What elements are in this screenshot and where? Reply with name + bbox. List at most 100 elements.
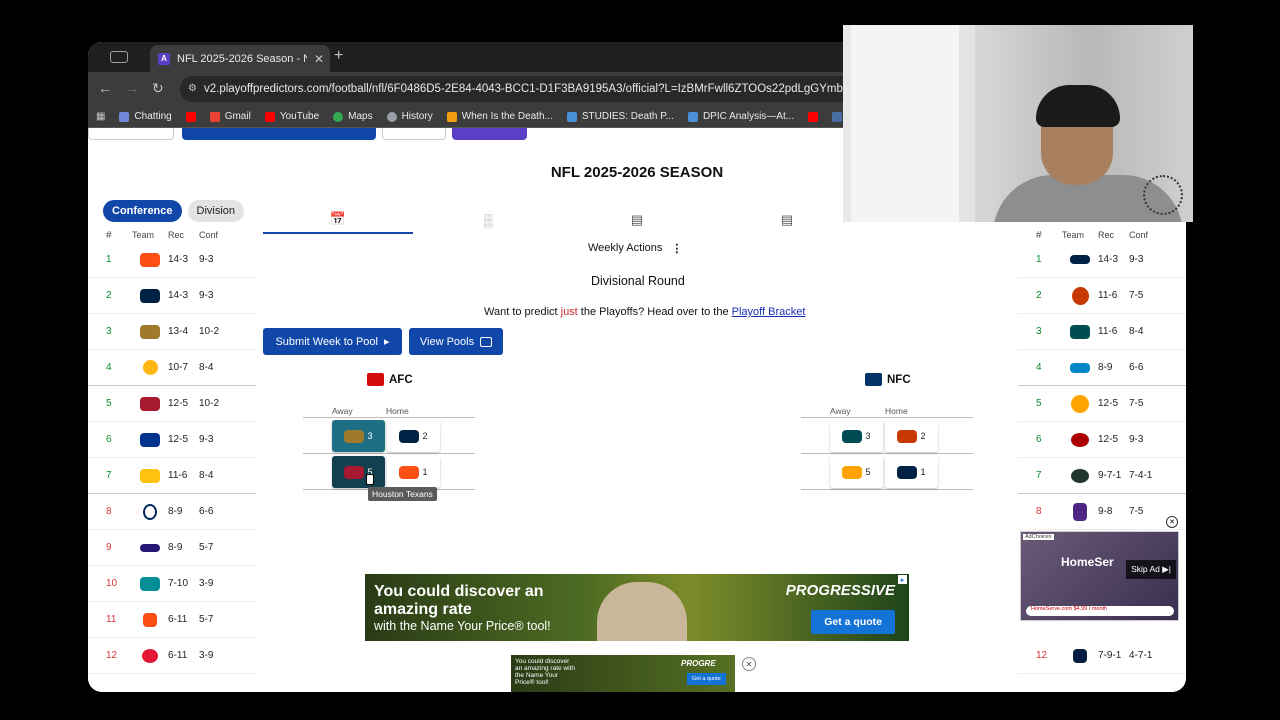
apps-icon[interactable]: ▦ <box>96 111 105 122</box>
browser-tab[interactable]: A NFL 2025-2026 Season - NFL ✕ <box>150 45 330 72</box>
record: 9-8 <box>1098 506 1113 517</box>
tab-search-icon[interactable] <box>110 51 128 63</box>
bengals-logo-icon <box>143 612 157 627</box>
standings-row[interactable]: 12 6-11 3-9 <box>88 638 256 674</box>
away-team-pick[interactable]: 5 <box>830 456 883 488</box>
top-button-4[interactable] <box>452 128 527 140</box>
get-quote-button[interactable]: Get a quote <box>687 673 726 685</box>
header-num: # <box>106 229 112 241</box>
away-team-pick[interactable]: 3 <box>332 420 385 452</box>
record: 12-5 <box>1098 398 1119 409</box>
standings-row[interactable]: 3 11-6 8-4 <box>1018 314 1186 350</box>
bookmark-9[interactable] <box>808 111 819 122</box>
submit-week-button[interactable]: Submit Week to Pool ▸ <box>263 328 402 355</box>
bookmark-1[interactable] <box>185 111 196 122</box>
away-team-pick[interactable]: 3 <box>830 420 883 452</box>
site-info-icon[interactable]: ⚙ <box>188 83 197 94</box>
standings-row[interactable]: 8 8-9 6-6 <box>88 494 256 530</box>
seed: 5 <box>106 398 112 409</box>
homeserve-video-ad[interactable]: AdChoices HomeSer Skip Ad ▶| HomeServe.c… <box>1020 531 1179 621</box>
adchoices-label[interactable]: AdChoices <box>1023 534 1054 540</box>
home-team-pick[interactable]: 2 <box>885 420 938 452</box>
bookmark-5[interactable]: History <box>386 111 433 122</box>
bookmark-8[interactable]: DPIC Analysis—At... <box>687 111 794 122</box>
bookmark-0[interactable]: Chatting <box>119 111 172 122</box>
standings-row[interactable]: 10 7-10 3-9 <box>88 566 256 602</box>
division-toggle-button[interactable]: Division <box>187 200 245 222</box>
patriots-logo-icon <box>399 429 420 443</box>
bookmark-7[interactable]: STUDIES: Death P... <box>566 111 674 122</box>
weekly-actions[interactable]: Weekly Actions ⋮ <box>588 242 682 255</box>
forward-icon[interactable]: → <box>125 80 139 96</box>
bookmark-4[interactable]: Maps <box>333 111 373 122</box>
note-text: Want to predict <box>484 306 561 318</box>
record: 11-6 <box>1098 290 1118 301</box>
seed: 10 <box>106 578 118 589</box>
seed: 6 <box>106 434 112 445</box>
seed: 5 <box>1036 398 1042 409</box>
header-team: Team <box>1062 230 1085 240</box>
bookmark-2[interactable]: Gmail <box>209 111 251 122</box>
standings-row[interactable]: 8 9-8 7-5 <box>1018 494 1186 530</box>
new-tab-icon[interactable]: + <box>334 47 343 65</box>
skip-ad-button[interactable]: Skip Ad ▶| <box>1126 560 1176 579</box>
home-team-pick[interactable]: 1 <box>885 456 938 488</box>
reload-icon[interactable]: ↻ <box>152 80 164 97</box>
bookmark-6[interactable]: When Is the Death... <box>446 111 553 122</box>
close-video-ad-icon[interactable]: ✕ <box>1166 516 1178 528</box>
site-favicon-icon: A <box>158 52 170 65</box>
url-text: v2.playoffpredictors.com/football/nfl/6F… <box>204 83 887 95</box>
texans-logo-icon <box>344 465 365 479</box>
tab-standings[interactable]: ▤ <box>562 206 712 234</box>
bar-chart-icon: ▤ <box>630 212 644 227</box>
get-quote-button[interactable]: Get a quote <box>811 610 895 634</box>
top-button-1[interactable] <box>88 128 174 140</box>
more-vert-icon[interactable]: ⋮ <box>671 242 682 255</box>
playoff-bracket-link[interactable]: Playoff Bracket <box>732 306 806 318</box>
conf-record: 5-7 <box>199 542 214 553</box>
dolphins-logo-icon <box>140 576 160 591</box>
close-tab-icon[interactable]: ✕ <box>314 52 324 66</box>
away-team-pick[interactable]: 5 <box>332 456 385 488</box>
tab-stats[interactable]: ░ <box>413 206 563 234</box>
standings-row[interactable]: 7 9-7-1 7-4-1 <box>1018 458 1186 494</box>
seed: 11 <box>106 614 117 625</box>
standings-row[interactable]: 1 14-3 9-3 <box>88 242 256 278</box>
record: 9-7-1 <box>1098 470 1122 481</box>
maps-icon <box>333 111 344 122</box>
seed: 8 <box>106 506 112 517</box>
tab-news[interactable]: ▤ <box>712 206 862 234</box>
tab-schedule[interactable]: 📅 <box>263 206 413 234</box>
standings-row[interactable]: 3 13-4 10-2 <box>88 314 256 350</box>
home-team-pick[interactable]: 1 <box>387 456 440 488</box>
bookmark-3[interactable]: YouTube <box>264 111 319 122</box>
top-button-3[interactable] <box>382 128 446 140</box>
standings-row[interactable]: 6 12-5 9-3 <box>1018 422 1186 458</box>
nfc-logo-icon <box>865 373 882 386</box>
conf-record: 9-3 <box>1129 434 1144 445</box>
standings-row[interactable]: 5 12-5 7-5 <box>1018 386 1186 422</box>
standings-row[interactable]: 1 14-3 9-3 <box>1018 242 1186 278</box>
standings-row[interactable]: 5 12-5 10-2 <box>88 386 256 422</box>
standings-row[interactable]: 11 6-11 5-7 <box>88 602 256 638</box>
standings-row[interactable]: 12 7-9-1 4-7-1 <box>1018 638 1186 674</box>
standings-row[interactable]: 9 8-9 5-7 <box>88 530 256 566</box>
progressive-small-ad[interactable]: You could discover an amazing rate with … <box>511 655 735 692</box>
ad-close-icon[interactable]: ▸ <box>898 575 907 584</box>
view-pools-button[interactable]: View Pools <box>409 328 503 355</box>
conference-toggle-button[interactable]: Conference <box>103 200 182 222</box>
top-button-2[interactable] <box>182 128 376 140</box>
record: 12-5 <box>168 398 189 409</box>
standings-row[interactable]: 6 12-5 9-3 <box>88 422 256 458</box>
standings-row[interactable]: 4 8-9 6-6 <box>1018 350 1186 386</box>
standings-row[interactable]: 7 11-6 8-4 <box>88 458 256 494</box>
standings-row[interactable]: 4 10-7 8-4 <box>88 350 256 386</box>
home-label: Home <box>885 406 908 416</box>
afc-label: AFC <box>389 373 413 386</box>
standings-row[interactable]: 2 11-6 7-5 <box>1018 278 1186 314</box>
standings-row[interactable]: 2 14-3 9-3 <box>88 278 256 314</box>
progressive-banner-ad[interactable]: You could discover an amazing rate with … <box>365 574 909 641</box>
home-team-pick[interactable]: 2 <box>387 420 440 452</box>
close-ad-icon[interactable]: ✕ <box>742 657 756 671</box>
back-icon[interactable]: ← <box>98 80 112 96</box>
